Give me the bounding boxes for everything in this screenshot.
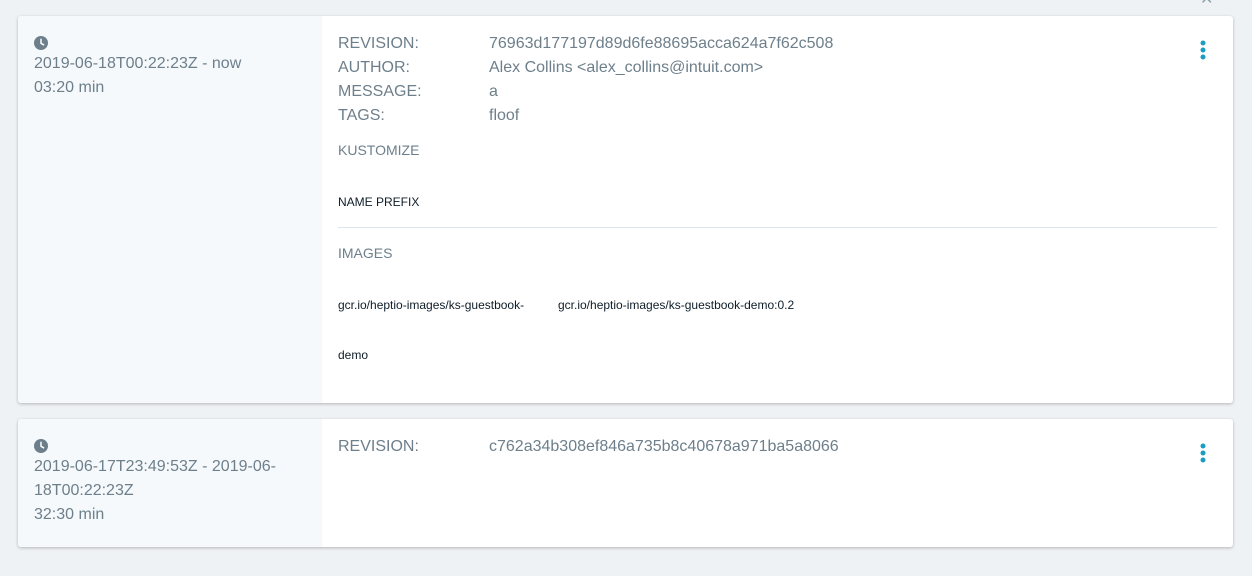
revision-value: 76963d177197d89d6fe88695acca624a7f62c508 [489,35,834,52]
revision-details: REVISION: c762a34b308ef846a735b8c40678a9… [322,419,1233,547]
revision-label: REVISION: [338,35,419,52]
tags-value: floof [489,107,520,124]
close-icon[interactable]: ✕ [1200,0,1213,8]
image-row: gcr.io/heptio-images/ks-guestbook- demo … [338,293,1217,367]
deploy-date-range: 2019-06-18T00:22:23Z - now [34,55,242,72]
clock-icon [34,36,48,50]
divider [338,227,1217,228]
deploy-date-range-line2: 18T00:22:23Z [34,482,134,499]
deploy-duration: 03:20 min [34,79,105,96]
history-meta: 2019-06-18T00:22:23Z - now 03:20 min [18,16,322,403]
author-row: AUTHOR: Alex Collins <alex_collins@intui… [338,56,1217,80]
author-value: Alex Collins <alex_collins@intuit.com> [489,59,764,76]
history-card: 2019-06-17T23:49:53Z - 2019-06- 18T00:22… [18,419,1233,547]
images-title: IMAGES [338,245,393,261]
revision-label: REVISION: [338,438,419,455]
name-prefix-label: NAME PREFIX [338,195,420,209]
history-meta: 2019-06-17T23:49:53Z - 2019-06- 18T00:22… [18,419,322,547]
kustomize-title: KUSTOMIZE [338,142,420,158]
deploy-date-range-line1: 2019-06-17T23:49:53Z - 2019-06- [34,458,276,475]
message-row: MESSAGE: a [338,80,1217,104]
tags-label: TAGS: [338,107,385,124]
image-name-line2: demo [338,348,369,362]
author-label: AUTHOR: [338,59,410,76]
history-card: 2019-06-18T00:22:23Z - now 03:20 min REV… [18,16,1233,403]
revision-details: REVISION: 76963d177197d89d6fe88695acca62… [322,16,1233,403]
clock-icon [34,439,48,453]
deploy-duration: 32:30 min [34,506,105,523]
image-name-line1: gcr.io/heptio-images/ks-guestbook- [338,298,525,312]
message-label: MESSAGE: [338,83,422,100]
image-name: gcr.io/heptio-images/ks-guestbook- demo [338,293,558,367]
revision-value: c762a34b308ef846a735b8c40678a971ba5a8066 [489,438,839,455]
tags-row: TAGS: floof [338,104,1217,128]
image-value: gcr.io/heptio-images/ks-guestbook-demo:0… [558,298,795,312]
revision-row: REVISION: c762a34b308ef846a735b8c40678a9… [338,435,1217,459]
vertical-ellipsis-icon[interactable] [1197,40,1209,62]
vertical-ellipsis-icon[interactable] [1197,443,1209,465]
revision-row: REVISION: 76963d177197d89d6fe88695acca62… [338,32,1217,56]
message-value: a [489,83,498,100]
